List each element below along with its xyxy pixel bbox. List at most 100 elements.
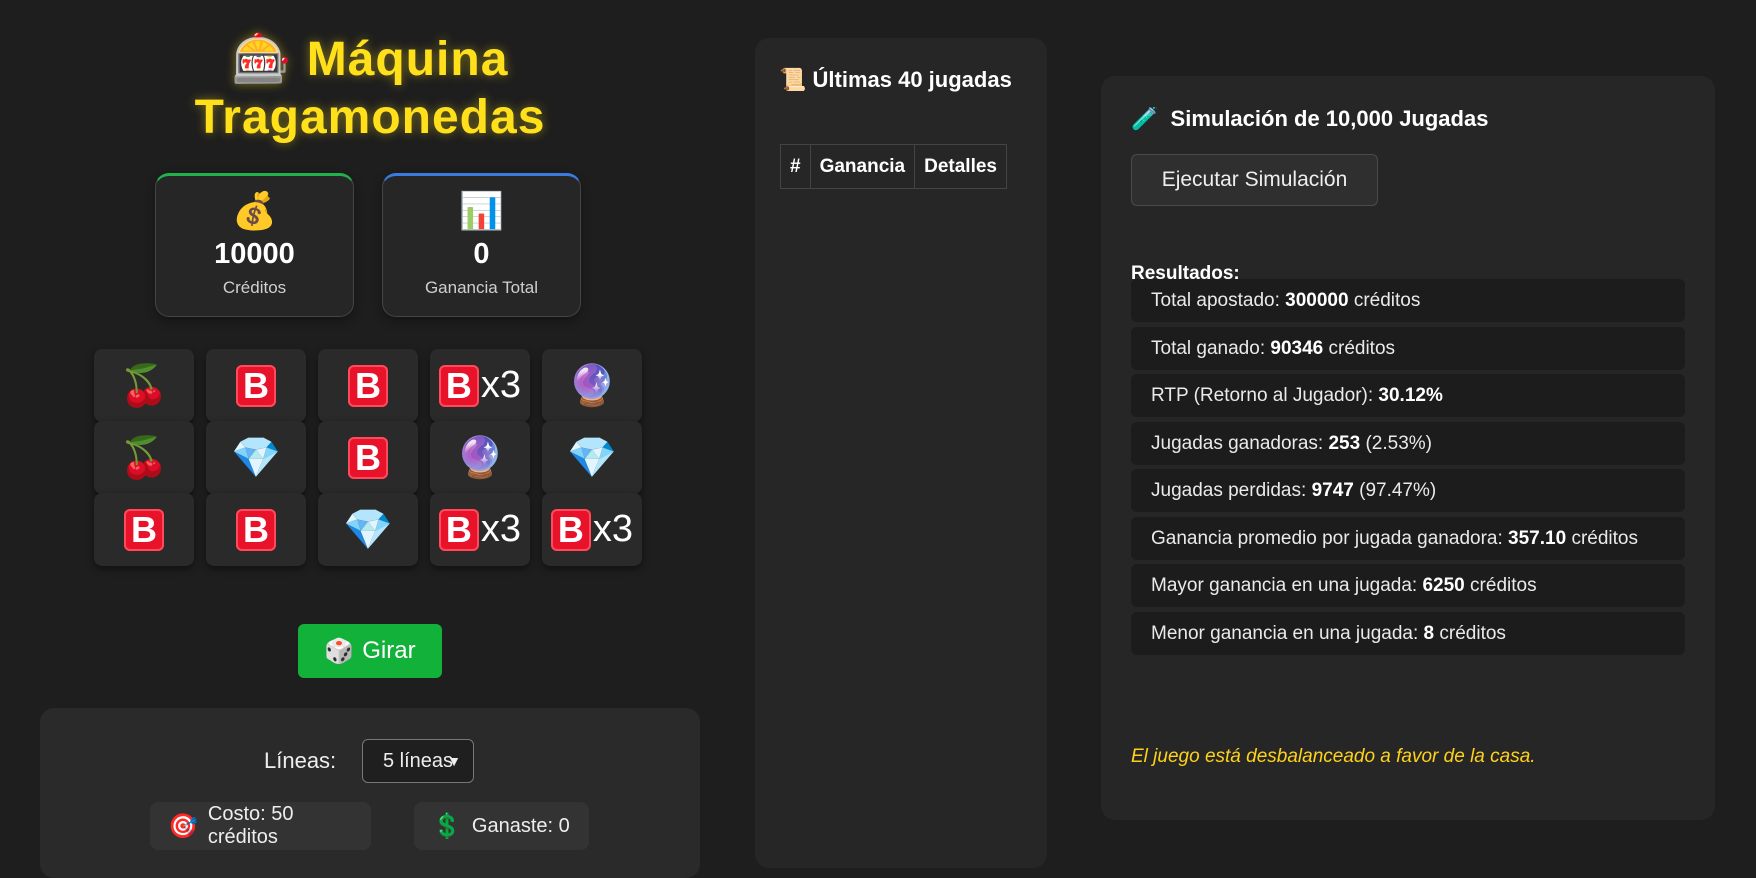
title-line-1: Máquina bbox=[306, 33, 509, 86]
money-bag-icon: 💰 bbox=[232, 191, 277, 232]
credits-label: Créditos bbox=[222, 278, 287, 297]
result-suffix: créditos bbox=[1470, 575, 1537, 596]
spin-button-label: Girar bbox=[362, 637, 416, 664]
reel-cell: 💎 bbox=[542, 421, 642, 494]
result-suffix: créditos bbox=[1328, 337, 1396, 359]
simulation-panel: 🧪 Simulación de 10,000 Jugadas Ejecutar … bbox=[1101, 76, 1715, 820]
lines-label: Líneas: bbox=[264, 748, 337, 773]
result-value: 9747 bbox=[1311, 480, 1354, 501]
diamond-icon: 💎 bbox=[343, 507, 393, 553]
dice-icon: 🎲 bbox=[324, 637, 355, 665]
page-title: 🎰 Máquina Tragamonedas bbox=[0, 30, 740, 147]
b-button-icon: B bbox=[348, 364, 388, 407]
credits-card: 💰 10000 Créditos bbox=[155, 173, 354, 317]
diamond-icon: 💎 bbox=[231, 435, 281, 481]
result-suffix: créditos bbox=[1439, 622, 1506, 644]
result-value: 6250 bbox=[1422, 575, 1465, 596]
controls-panel: Líneas: 5 líneas ▼ 🎯 Costo: 50 créditos … bbox=[40, 708, 700, 878]
column-header-detalles: Detalles bbox=[914, 144, 1007, 189]
result-value: 30.12% bbox=[1378, 385, 1443, 406]
reel-cell: B bbox=[206, 349, 306, 422]
multiplier-label: x3 bbox=[480, 508, 522, 550]
result-row: Total ganado: 90346 créditos bbox=[1131, 326, 1685, 370]
result-label: Menor ganancia en una jugada: bbox=[1151, 622, 1419, 644]
lines-select[interactable]: 5 líneas ▼ bbox=[362, 739, 474, 783]
result-value: 90346 bbox=[1270, 337, 1324, 359]
result-row: Jugadas perdidas: 9747 (97.47%) bbox=[1131, 469, 1685, 512]
result-suffix: (97.47%) bbox=[1359, 480, 1437, 501]
result-label: Total apostado: bbox=[1151, 290, 1280, 311]
slot-machine-panel: 🎰 Máquina Tragamonedas 💰 10000 Créditos … bbox=[0, 0, 740, 878]
reel-cell: Bx3 bbox=[430, 349, 530, 422]
run-simulation-button[interactable]: Ejecutar Simulación bbox=[1131, 154, 1378, 206]
result-label: RTP (Retorno al Jugador): bbox=[1151, 385, 1374, 406]
won-text: Ganaste: 0 bbox=[471, 814, 570, 837]
cost-pill: 🎯 Costo: 50 créditos bbox=[150, 802, 371, 850]
result-value: 357.10 bbox=[1508, 527, 1567, 549]
reel-cell: 🍒 bbox=[94, 349, 194, 422]
reel-cell: 🔮 bbox=[430, 421, 530, 494]
reel-cell: 🔮 bbox=[542, 349, 642, 422]
spin-button[interactable]: 🎲 Girar bbox=[298, 624, 442, 678]
result-suffix: (2.53%) bbox=[1365, 432, 1432, 454]
reel-cell: Bx3 bbox=[430, 493, 530, 566]
slot-machine-icon: 🎰 bbox=[231, 31, 293, 87]
b-button-icon: B bbox=[236, 508, 276, 551]
history-panel: 📜 Últimas 40 jugadas # Ganancia Detalles bbox=[755, 38, 1047, 868]
reel-cell: 💎 bbox=[318, 493, 418, 566]
cherry-icon: 🍒 bbox=[119, 363, 169, 409]
result-row: RTP (Retorno al Jugador): 30.12% bbox=[1131, 374, 1685, 417]
chevron-down-icon: ▼ bbox=[447, 753, 461, 769]
total-win-card: 📊 0 Ganancia Total bbox=[382, 173, 581, 317]
won-pill: 💲 Ganaste: 0 bbox=[414, 802, 589, 850]
target-icon: 🎯 bbox=[168, 812, 198, 840]
history-table: # Ganancia Detalles bbox=[780, 144, 1007, 189]
b-button-icon: B bbox=[550, 508, 591, 551]
reel-cell: 💎 bbox=[206, 421, 306, 494]
result-label: Total ganado: bbox=[1151, 337, 1266, 359]
verdict-text: El juego está desbalanceado a favor de l… bbox=[1131, 746, 1536, 767]
cherry-icon: 🍒 bbox=[119, 435, 169, 481]
dollar-icon: 💲 bbox=[432, 812, 462, 840]
result-value: 8 bbox=[1423, 622, 1435, 644]
multiplier-label: x3 bbox=[592, 508, 634, 550]
b-button-icon: B bbox=[438, 508, 479, 551]
b-button-icon: B bbox=[348, 436, 388, 479]
crystal-ball-icon: 🔮 bbox=[567, 363, 617, 409]
b-button-icon: B bbox=[438, 364, 479, 407]
result-suffix: créditos bbox=[1571, 527, 1638, 549]
result-value: 253 bbox=[1328, 432, 1361, 454]
column-header-ganancia: Ganancia bbox=[809, 144, 916, 189]
reel-cell: B bbox=[206, 493, 306, 566]
reel-cell: 🍒 bbox=[94, 421, 194, 494]
b-button-icon: B bbox=[124, 508, 164, 551]
reel-cell: B bbox=[318, 349, 418, 422]
reel-cell: B bbox=[94, 493, 194, 566]
simulation-title: 🧪 Simulación de 10,000 Jugadas bbox=[1131, 106, 1488, 132]
column-header-number: # bbox=[780, 144, 811, 189]
result-label: Jugadas ganadoras: bbox=[1151, 432, 1324, 454]
lines-select-value: 5 líneas bbox=[383, 750, 454, 772]
reel-cell: B bbox=[318, 421, 418, 494]
title-line-2: Tragamonedas bbox=[194, 91, 546, 144]
result-label: Jugadas perdidas: bbox=[1151, 480, 1307, 501]
result-row: Ganancia promedio por jugada ganadora: 3… bbox=[1131, 516, 1685, 560]
simulation-title-text: Simulación de 10,000 Jugadas bbox=[1170, 106, 1489, 131]
result-label: Mayor ganancia en una jugada: bbox=[1151, 575, 1418, 596]
result-row: Mayor ganancia en una jugada: 6250 crédi… bbox=[1131, 564, 1685, 607]
multiplier-label: x3 bbox=[480, 364, 522, 406]
credits-value: 10000 bbox=[214, 238, 295, 270]
total-win-label: Ganancia Total bbox=[424, 278, 539, 297]
b-button-icon: B bbox=[236, 364, 276, 407]
diamond-icon: 💎 bbox=[567, 435, 617, 481]
result-row: Total apostado: 300000 créditos bbox=[1131, 279, 1685, 322]
result-row: Jugadas ganadoras: 253 (2.53%) bbox=[1131, 421, 1685, 465]
result-value: 300000 bbox=[1285, 290, 1349, 311]
flask-icon: 🧪 bbox=[1131, 107, 1159, 132]
total-win-value: 0 bbox=[473, 238, 490, 270]
bar-chart-icon: 📊 bbox=[459, 191, 504, 232]
history-title: 📜 Últimas 40 jugadas bbox=[779, 67, 1012, 92]
crystal-ball-icon: 🔮 bbox=[455, 435, 505, 481]
result-suffix: créditos bbox=[1353, 290, 1421, 311]
reel-cell: Bx3 bbox=[542, 493, 642, 566]
